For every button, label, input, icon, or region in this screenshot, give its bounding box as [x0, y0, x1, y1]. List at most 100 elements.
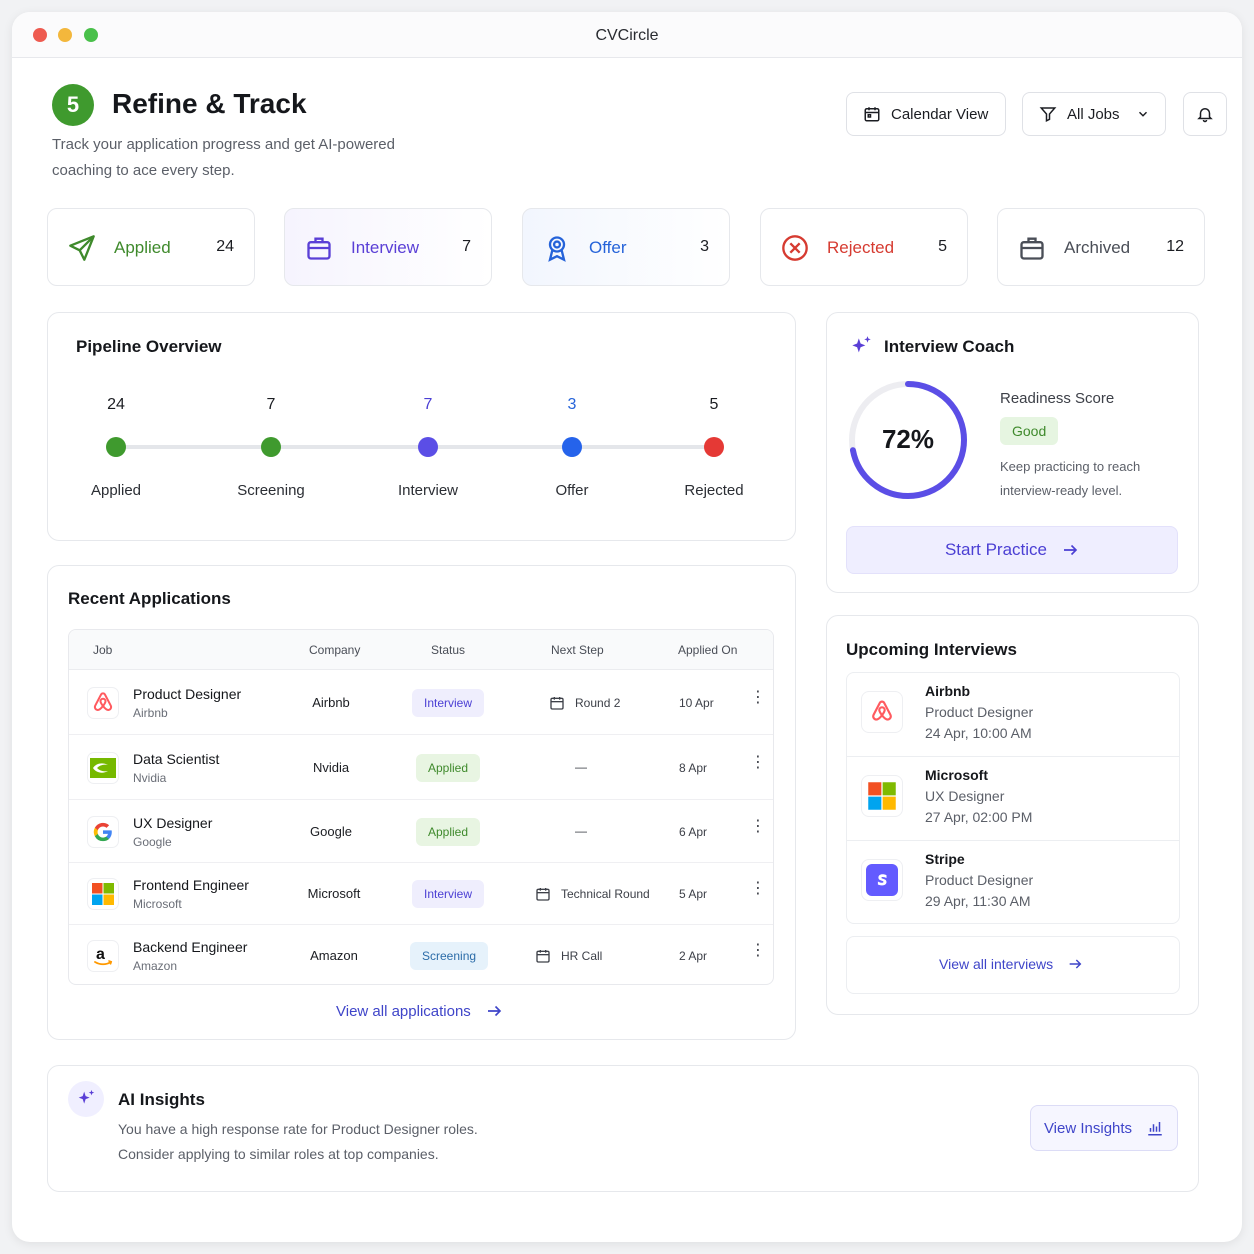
interview-coach-title: Interview Coach [884, 337, 1015, 356]
job-title: Data Scientist [133, 750, 220, 767]
next-step-label: HR Call [561, 948, 603, 963]
view-all-applications-link[interactable]: View all applications [336, 1002, 503, 1020]
bell-icon [1197, 108, 1213, 123]
sparkle-icon [78, 1089, 95, 1104]
more-options-icon[interactable]: ⋮ [750, 689, 766, 705]
status-card-label: Applied [114, 238, 171, 257]
pipeline-stage-count: 24 [107, 396, 125, 413]
pipeline-stage-applied: 24 Applied [51, 396, 181, 499]
applied-date: 10 Apr [679, 695, 714, 710]
pipeline-stage-dot [261, 437, 281, 457]
column-header-job: Job [93, 643, 113, 657]
status-card-label: Archived [1064, 238, 1131, 257]
pipeline-stage-dot [106, 437, 126, 457]
microsoft-logo [87, 878, 119, 910]
company-name: Airbnb [312, 694, 350, 710]
x-circle-icon [782, 235, 808, 261]
status-card-count: 3 [700, 238, 709, 255]
job-company: Amazon [133, 958, 178, 973]
interview-item[interactable]: Microsoft UX Designer 27 Apr, 02:00 PM [847, 757, 1179, 841]
view-insights-label: View Insights [1043, 1119, 1133, 1137]
sparkle-icon [852, 336, 871, 353]
job-title: Product Designer [133, 685, 242, 702]
status-card-rejected[interactable]: Rejected 5 [760, 208, 968, 286]
job-company: Google [133, 834, 172, 849]
status-card-applied[interactable]: Applied 24 [47, 208, 255, 286]
table-header: Job Company Status Next Step Applied On [69, 630, 773, 670]
view-all-applications-label: View all applications [336, 1002, 471, 1020]
column-header-next-step: Next Step [551, 643, 604, 657]
calendar-icon [536, 888, 550, 901]
interview-time: 27 Apr, 02:00 PM [925, 809, 1033, 825]
interview-role: Product Designer [925, 872, 1034, 888]
next-step-label: Technical Round [561, 887, 650, 901]
next-step-label: — [575, 759, 587, 774]
award-icon [548, 236, 566, 262]
interview-item[interactable]: Airbnb Product Designer 24 Apr, 10:00 AM [847, 673, 1179, 757]
next-step-label: Round 2 [575, 695, 621, 710]
pipeline-stage-screening: 7 Screening [206, 396, 336, 499]
bar-chart-icon [1148, 1122, 1162, 1136]
microsoft-logo [861, 775, 903, 817]
calendar-view-button[interactable]: Calendar View [846, 92, 1006, 136]
pipeline-stage-offer: 3 Offer [507, 396, 637, 499]
interview-time: 29 Apr, 11:30 AM [925, 893, 1031, 909]
start-practice-button[interactable]: Start Practice [846, 526, 1178, 574]
arrow-right-icon [1069, 959, 1082, 969]
svg-text:a: a [96, 946, 105, 963]
view-all-interviews-link[interactable]: View all interviews [939, 956, 1083, 972]
chevron-down-icon [1138, 111, 1147, 117]
status-card-archived[interactable]: Archived 12 [997, 208, 1205, 286]
airbnb-logo [87, 686, 119, 719]
status-card-count: 5 [938, 238, 947, 255]
status-card-count: 24 [216, 238, 234, 255]
more-options-icon[interactable]: ⋮ [750, 754, 766, 770]
pipeline-stage-dot [562, 437, 582, 457]
table-row[interactable]: Product Designer Airbnb Airbnb Interview Rou… [69, 670, 773, 735]
next-step: Round 2 [549, 695, 620, 711]
status-card-interview[interactable]: Interview 7 [284, 208, 492, 286]
more-options-icon[interactable]: ⋮ [750, 942, 766, 958]
table-row[interactable]: UX Designer Google Google Applied — 6 Apr ⋮ [69, 800, 773, 863]
company-name: Google [310, 823, 352, 839]
table-row[interactable]: a Backend Engineer Amazon Amazon Screening HR… [69, 925, 773, 984]
applied-date: 6 Apr [679, 824, 708, 839]
status-badge: Interview [412, 688, 485, 717]
calendar-icon [550, 696, 564, 710]
table-row[interactable]: Data Scientist Nvidia Nvidia Applied — 8 Apr ⋮ [69, 735, 773, 800]
app-window: CVCircle 5 Refine & Track Track your app… [12, 12, 1242, 1242]
nvidia-logo [87, 751, 119, 784]
readiness-score-value: 72% [881, 424, 935, 454]
pipeline-stage-count: 5 [709, 396, 719, 413]
more-options-icon[interactable]: ⋮ [750, 881, 766, 897]
status-card-label: Interview [351, 238, 420, 257]
interview-company: Microsoft [925, 767, 988, 783]
company-name: Amazon [310, 947, 358, 963]
job-title: Frontend Engineer [133, 877, 249, 893]
pipeline-stage-interview: 7 Interview [363, 396, 493, 499]
page-subtitle: Track your application progress and get … [52, 136, 395, 179]
pipeline-stage-dot [704, 437, 724, 457]
column-header-status: Status [431, 643, 466, 657]
briefcase-icon [307, 237, 331, 260]
status-badge: Applied [416, 817, 481, 846]
status-card-label: Offer [589, 238, 627, 257]
pipeline-stage-name: Interview [397, 482, 459, 499]
status-card-offer[interactable]: Offer 3 [522, 208, 730, 286]
upcoming-interviews-title: Upcoming Interviews [846, 640, 1017, 659]
interview-item[interactable]: Stripe Product Designer 29 Apr, 11:30 AM [847, 841, 1179, 923]
job-company: Airbnb [133, 705, 168, 720]
notifications-button[interactable] [1183, 92, 1227, 136]
job-company: Nvidia [133, 770, 167, 785]
status-badge: Screening [410, 941, 489, 970]
applied-date: 5 Apr [679, 887, 708, 901]
calendar-view-label: Calendar View [891, 105, 989, 123]
table-row[interactable]: Frontend Engineer Microsoft Microsoft Inter… [69, 863, 773, 925]
view-insights-button[interactable]: View Insights [1030, 1105, 1178, 1151]
pipeline-stage-dot [418, 437, 438, 457]
ai-insights-title: AI Insights [118, 1090, 205, 1109]
start-practice-label: Start Practice [944, 540, 1048, 559]
job-filter-dropdown[interactable]: All Jobs [1022, 92, 1166, 136]
more-options-icon[interactable]: ⋮ [750, 818, 766, 834]
ai-insights-line-2: Consider applying to similar roles at to… [118, 1146, 439, 1162]
